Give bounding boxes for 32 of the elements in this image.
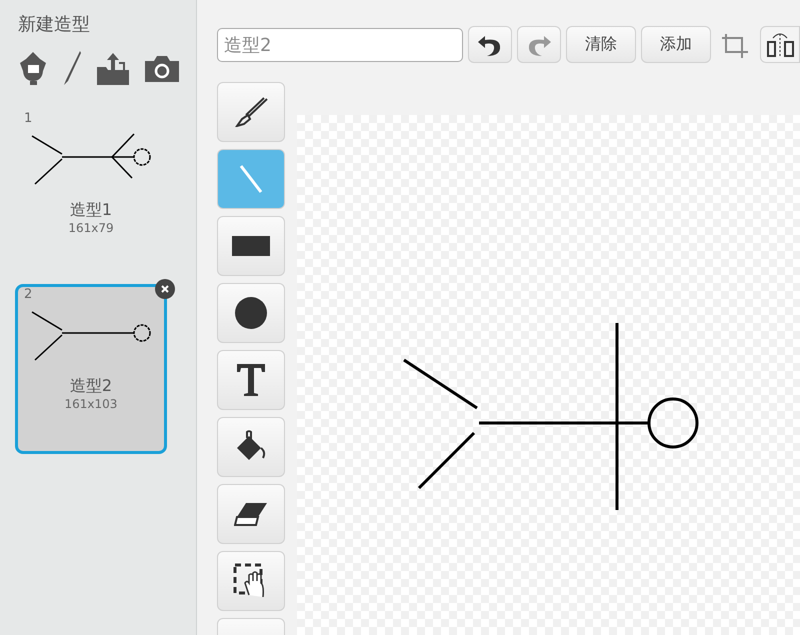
tool-button[interactable]: [217, 82, 285, 142]
circle-icon: [235, 297, 267, 329]
sprite-character-icon[interactable]: [18, 51, 48, 85]
tool-button[interactable]: [217, 484, 285, 544]
costume-size: 161x79: [68, 221, 114, 235]
tool-button[interactable]: [217, 417, 285, 477]
eraser-icon: [234, 501, 268, 527]
costume-name: 造型2: [70, 376, 112, 397]
paintbrush-icon[interactable]: [62, 50, 82, 86]
tool-button[interactable]: [217, 283, 285, 343]
delete-icon[interactable]: [155, 279, 175, 299]
costume-name-field[interactable]: 造型2: [217, 28, 463, 62]
upload-folder-icon[interactable]: [96, 51, 130, 85]
brush-icon: [234, 97, 268, 127]
undo-button[interactable]: [468, 26, 512, 63]
tool-button[interactable]: [217, 216, 285, 276]
line-icon: [239, 164, 263, 194]
new-costume-title: 新建造型: [17, 13, 91, 36]
tool-button[interactable]: [217, 551, 285, 611]
costume-card[interactable]: 1 造型1 161x79: [15, 108, 167, 278]
costume-size: 161x103: [64, 397, 118, 411]
rectangle-icon: [232, 236, 270, 256]
costume-number: 1: [23, 111, 32, 126]
tool-button[interactable]: [217, 350, 285, 410]
camera-icon[interactable]: [144, 53, 180, 83]
add-button[interactable]: 添加: [641, 26, 711, 63]
costume-number: 2: [23, 287, 32, 302]
costume-name: 造型1: [70, 200, 112, 221]
text-tool-icon: [236, 363, 266, 397]
flip-button[interactable]: [760, 26, 800, 63]
clear-button[interactable]: 清除: [566, 26, 636, 63]
costume-card[interactable]: 2 造型2 161x103: [15, 284, 167, 454]
